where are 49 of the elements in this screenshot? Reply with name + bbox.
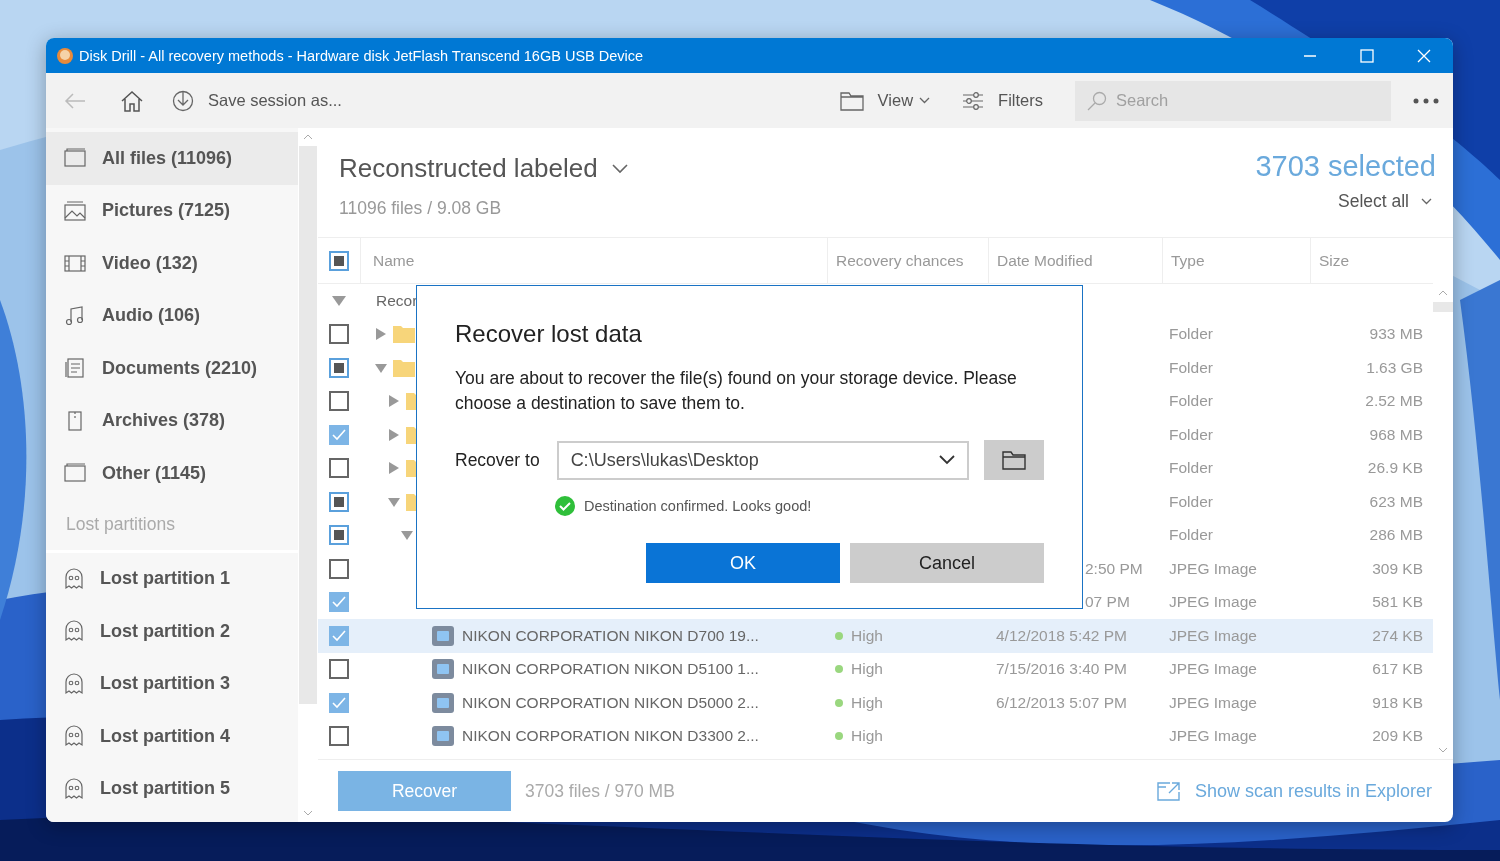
file-name: NIKON CORPORATION NIKON D5000 2... (462, 693, 759, 712)
file-size: 581 KB (1372, 593, 1423, 611)
field-label: Recover to (455, 449, 541, 471)
selected-count: 3703 selected (1255, 150, 1436, 183)
file-size: 2.52 MB (1365, 392, 1423, 410)
confirmation-message: Destination confirmed. Looks good! (584, 498, 812, 514)
file-type: Folder (1169, 392, 1213, 410)
file-size: 1.63 GB (1366, 358, 1423, 376)
file-type: JPEG Image (1169, 693, 1257, 711)
file-size: 933 MB (1369, 325, 1423, 343)
dialog-title: Recover lost data (455, 320, 643, 348)
file-size: 623 MB (1369, 492, 1423, 510)
file-name: Recor (376, 291, 418, 310)
file-type: Folder (1169, 492, 1213, 510)
file-type: JPEG Image (1169, 727, 1257, 745)
date-modified: 7/15/2016 3:40 PM (996, 660, 1127, 678)
date-modified: 4/12/2018 5:42 PM (996, 626, 1127, 644)
file-type: Folder (1169, 425, 1213, 443)
date-modified: 6/12/2013 5:07 PM (996, 693, 1127, 711)
file-name: NIKON CORPORATION NIKON D700 19... (462, 626, 759, 645)
dialog-message: You are about to recover the file(s) found on your storage device. Please choose a destination to save them to. (455, 367, 1018, 415)
recovery-chance: High (851, 727, 883, 746)
file-size: 209 KB (1372, 727, 1423, 745)
date-modified: 07 PM (1085, 593, 1130, 611)
file-type: JPEG Image (1169, 593, 1257, 611)
date-modified: 2:50 PM (1085, 559, 1143, 577)
window-title: Disk Drill - All recovery methods - Hardware disk JetFlash Transcend 16GB USB Device (79, 47, 644, 64)
file-size: 286 MB (1369, 526, 1423, 544)
file-type: Folder (1169, 358, 1213, 376)
file-size: 309 KB (1372, 559, 1423, 577)
view-title: Reconstructed labeled (339, 153, 598, 184)
file-type: Folder (1169, 325, 1213, 343)
file-name: NIKON CORPORATION NIKON D5100 1... (462, 660, 759, 679)
recovery-chance: High (851, 660, 883, 679)
file-type: JPEG Image (1169, 626, 1257, 644)
file-size: 968 MB (1369, 425, 1423, 443)
file-size: 918 KB (1372, 693, 1423, 711)
file-type: JPEG Image (1169, 559, 1257, 577)
file-name: NIKON CORPORATION NIKON D3300 2... (462, 727, 759, 746)
file-summary: 11096 files / 9.08 GB (339, 198, 503, 219)
selection-summary: 3703 files / 970 MB (525, 780, 675, 802)
file-type: Folder (1169, 459, 1213, 477)
file-size: 274 KB (1372, 626, 1423, 644)
file-size: 26.9 KB (1367, 459, 1423, 477)
file-size: 617 KB (1372, 660, 1423, 678)
file-type: Folder (1169, 526, 1213, 544)
recovery-chance: High (851, 626, 883, 645)
file-type: JPEG Image (1169, 660, 1257, 678)
recovery-chance: High (851, 693, 883, 712)
